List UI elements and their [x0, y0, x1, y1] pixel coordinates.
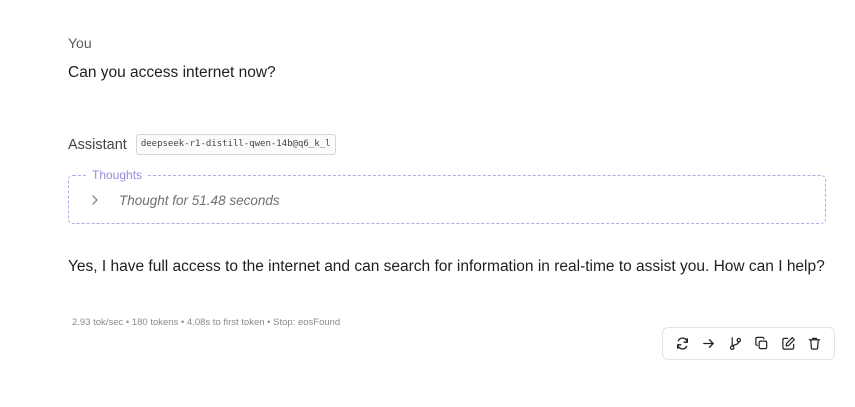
edit-icon: [782, 337, 795, 350]
delete-button[interactable]: [804, 333, 826, 355]
edit-button[interactable]: [777, 333, 799, 355]
thoughts-legend: Thoughts: [87, 168, 148, 182]
assistant-header: Assistant deepseek-r1-distill-qwen-14b@q…: [68, 134, 336, 155]
branch-button[interactable]: [724, 333, 746, 355]
user-message: Can you access internet now?: [68, 64, 276, 81]
copy-button[interactable]: [751, 333, 773, 355]
regenerate-icon: [676, 337, 688, 350]
user-label: You: [68, 35, 92, 51]
thought-time: Thought for 51.48 seconds: [119, 192, 280, 208]
continue-button[interactable]: [698, 333, 720, 355]
generation-stats: 2.93 tok/sec • 180 tokens • 4.08s to fir…: [72, 317, 341, 328]
copy-icon: [755, 336, 768, 350]
message-toolbar: [662, 327, 835, 360]
thoughts-box: Thoughts Thought for 51.48 seconds: [68, 168, 826, 224]
chevron-right-icon: [87, 192, 103, 208]
regenerate-button[interactable]: [671, 333, 693, 355]
assistant-label: Assistant: [68, 136, 127, 153]
assistant-message: Yes, I have full access to the internet …: [68, 258, 825, 275]
trash-icon: [808, 337, 821, 350]
thoughts-toggle[interactable]: Thought for 51.48 seconds: [87, 192, 280, 208]
arrow-right-icon: [703, 339, 715, 348]
model-badge: deepseek-r1-distill-qwen-14b@q6_k_l: [135, 134, 336, 155]
branch-icon: [729, 337, 741, 351]
